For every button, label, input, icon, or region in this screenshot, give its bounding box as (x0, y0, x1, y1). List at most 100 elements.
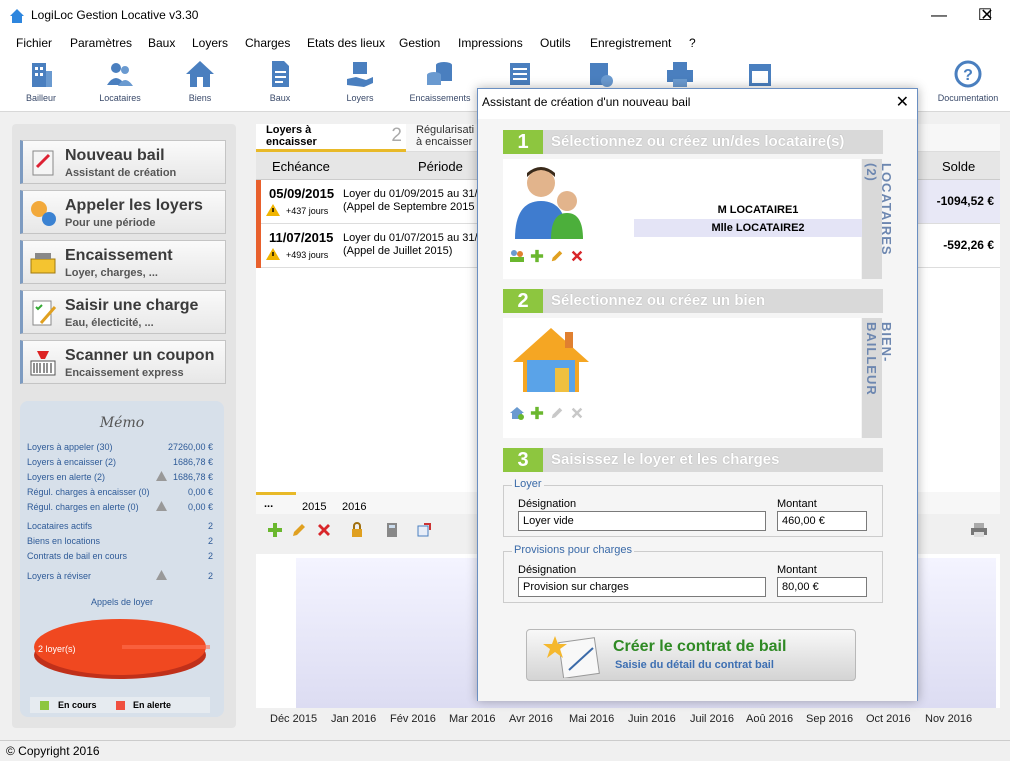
memo-row-biens-locations[interactable]: Biens en locations 2 (27, 536, 213, 546)
menu-enregistrement[interactable]: Enregistrement (590, 36, 671, 50)
action-title: Appeler les loyers (65, 197, 203, 214)
legend-swatch-en-alerte (116, 701, 125, 710)
menu-etats-des-lieux[interactable]: Etats des lieux (307, 36, 385, 50)
memo-row-loyers-encaisser[interactable]: Loyers à encaisser (2) 1686,78 € (27, 457, 213, 467)
delete-icon[interactable] (316, 522, 332, 538)
year-tab-more[interactable]: ... (264, 498, 273, 510)
house-icon (186, 61, 214, 87)
pie-title: Appels de loyer (90, 597, 154, 607)
menu-bar: Fichier Paramètres Baux Loyers Charges E… (0, 32, 1010, 54)
menu-loyers[interactable]: Loyers (192, 36, 228, 50)
lock-icon[interactable] (349, 522, 365, 538)
toolbar-locataires-button[interactable]: Locataires (85, 57, 155, 111)
loyer-montant-input[interactable]: 460,00 € (777, 511, 867, 531)
gears-icon (31, 201, 56, 226)
provisions-montant-input[interactable]: 80,00 € (777, 577, 867, 597)
menu-help[interactable]: ? (689, 36, 696, 50)
memo-row-locataires-actifs[interactable]: Locataires actifs 2 (27, 521, 213, 531)
menu-outils[interactable]: Outils (540, 36, 571, 50)
step-2-header: 2 Sélectionnez ou créez un bien (503, 289, 883, 313)
edit-icon[interactable] (550, 249, 564, 263)
action-subtitle: Loyer, charges, ... (65, 267, 158, 279)
edit-disabled-icon[interactable] (550, 406, 564, 420)
loyer-designation-input[interactable]: Loyer vide (518, 511, 766, 531)
toolbar-loyers-button[interactable]: Loyers (325, 57, 395, 111)
menu-parametres[interactable]: Paramètres (70, 36, 132, 50)
year-tab-2015[interactable]: 2015 (302, 501, 326, 513)
tab-count: 2 (391, 125, 402, 146)
month-label: Juil 2016 (690, 713, 735, 725)
action-subtitle: Eau, électicité, ... (65, 317, 154, 329)
memo-row-regul-encaisser[interactable]: Régul. charges à encaisser (0) 0,00 € (27, 487, 213, 497)
add-icon[interactable] (530, 249, 544, 263)
month-label: Jan 2016 (331, 713, 377, 725)
row-days: +493 jours (286, 250, 329, 260)
saisir-charge-button[interactable]: Saisir une charge Eau, électicité, ... (20, 290, 226, 334)
status-bar: © Copyright 2016 (0, 740, 1010, 761)
tenant-2[interactable]: Mlle LOCATAIRE2 (634, 219, 882, 237)
provisions-group: Provisions pour charges Désignation Mont… (503, 544, 883, 603)
toolbar-label: Biens (188, 93, 212, 103)
toolbar-encaissements-button[interactable]: Encaissements (405, 57, 475, 111)
col-echeance[interactable]: Echéance (272, 159, 330, 174)
nouveau-bail-button[interactable]: Nouveau bail Assistant de création (20, 140, 226, 184)
encaissement-button[interactable]: Encaissement Loyer, charges, ... (20, 240, 226, 284)
delete-disabled-icon[interactable] (570, 406, 584, 420)
col-periode[interactable]: Période (418, 159, 463, 174)
step-number: 1 (503, 130, 543, 154)
tenants-panel: M LOCATAIRE1 Mlle LOCATAIRE2 (503, 159, 882, 279)
toolbar-bailleur-button[interactable]: Bailleur (6, 57, 76, 111)
menu-gestion[interactable]: Gestion (399, 36, 440, 50)
memo-row-contrats-cours[interactable]: Contrats de bail en cours 2 (27, 551, 213, 561)
house-small-icon[interactable] (509, 406, 525, 420)
memo-row-regul-alerte[interactable]: Régul. charges en alerte (0) 0,00 € (27, 501, 213, 512)
menu-baux[interactable]: Baux (148, 36, 175, 50)
toolbar-biens-button[interactable]: Biens (165, 57, 235, 111)
month-label: Oct 2016 (866, 713, 911, 725)
toolbar-label: Encaissements (409, 93, 471, 103)
export-icon[interactable] (416, 522, 432, 538)
memo-row-loyers-appeler[interactable]: Loyers à appeler (30) 27260,00 € (27, 442, 213, 452)
field-label: Montant (777, 498, 817, 510)
calendar-icon (749, 64, 771, 86)
dialog-close-button[interactable]: ✕ (896, 92, 909, 112)
add-icon[interactable] (530, 406, 544, 420)
users-small-icon[interactable] (509, 249, 525, 263)
action-subtitle: Pour une période (65, 217, 156, 229)
bien-bailleur-side-tab[interactable]: BIEN-BAILLEUR (862, 318, 894, 438)
scanner-coupon-button[interactable]: Scanner un coupon Encaissement express (20, 340, 226, 384)
menu-charges[interactable]: Charges (245, 36, 290, 50)
col-solde[interactable]: Solde (942, 159, 975, 174)
toolbar-baux-button[interactable]: Baux (245, 57, 315, 111)
delete-icon[interactable] (570, 249, 584, 263)
memo-title: Mémo (99, 415, 145, 431)
month-label: Mai 2016 (569, 713, 615, 725)
add-icon[interactable] (267, 522, 283, 538)
tab-loyers-encaisser[interactable]: Loyers à encaisser 2 (256, 124, 406, 152)
tab-label: encaisser (266, 136, 317, 148)
side-tab-label: LOCATAIRES (2) (864, 163, 894, 256)
close-button[interactable]: ✕ (964, 0, 1010, 32)
calculator-icon[interactable] (384, 522, 400, 538)
tenant-1[interactable]: M LOCATAIRE1 (634, 201, 882, 219)
provisions-designation-input[interactable]: Provision sur charges (518, 577, 766, 597)
memo-row-loyers-reviser[interactable]: Loyers à réviser 2 (27, 570, 213, 581)
menu-impressions[interactable]: Impressions (458, 36, 523, 50)
locataires-side-tab[interactable]: LOCATAIRES (2) (862, 159, 894, 279)
toolbar-documentation-button[interactable]: ? Documentation (933, 57, 1003, 111)
document-icon (272, 61, 289, 87)
pie-label: 2 loyer(s) (38, 644, 76, 654)
coins-icon (427, 62, 452, 85)
field-label: Désignation (518, 498, 577, 510)
appeler-loyers-button[interactable]: Appeler les loyers Pour une période (20, 190, 226, 234)
month-label: Fév 2016 (390, 713, 436, 725)
menu-fichier[interactable]: Fichier (16, 36, 52, 50)
dialog-title: Assistant de création d'un nouveau bail (482, 95, 691, 109)
edit-icon[interactable] (291, 522, 307, 538)
memo-row-loyers-alerte[interactable]: Loyers en alerte (2) 1686,78 € (27, 471, 213, 482)
year-tab-2016[interactable]: 2016 (342, 501, 366, 513)
hand-money-icon (347, 62, 373, 87)
print-icon[interactable] (970, 522, 988, 538)
create-lease-button[interactable]: Créer le contrat de bail Saisie du détai… (526, 629, 856, 681)
row-period: Loyer du 01/07/2015 au 31/(Appel de Juil… (343, 232, 477, 257)
